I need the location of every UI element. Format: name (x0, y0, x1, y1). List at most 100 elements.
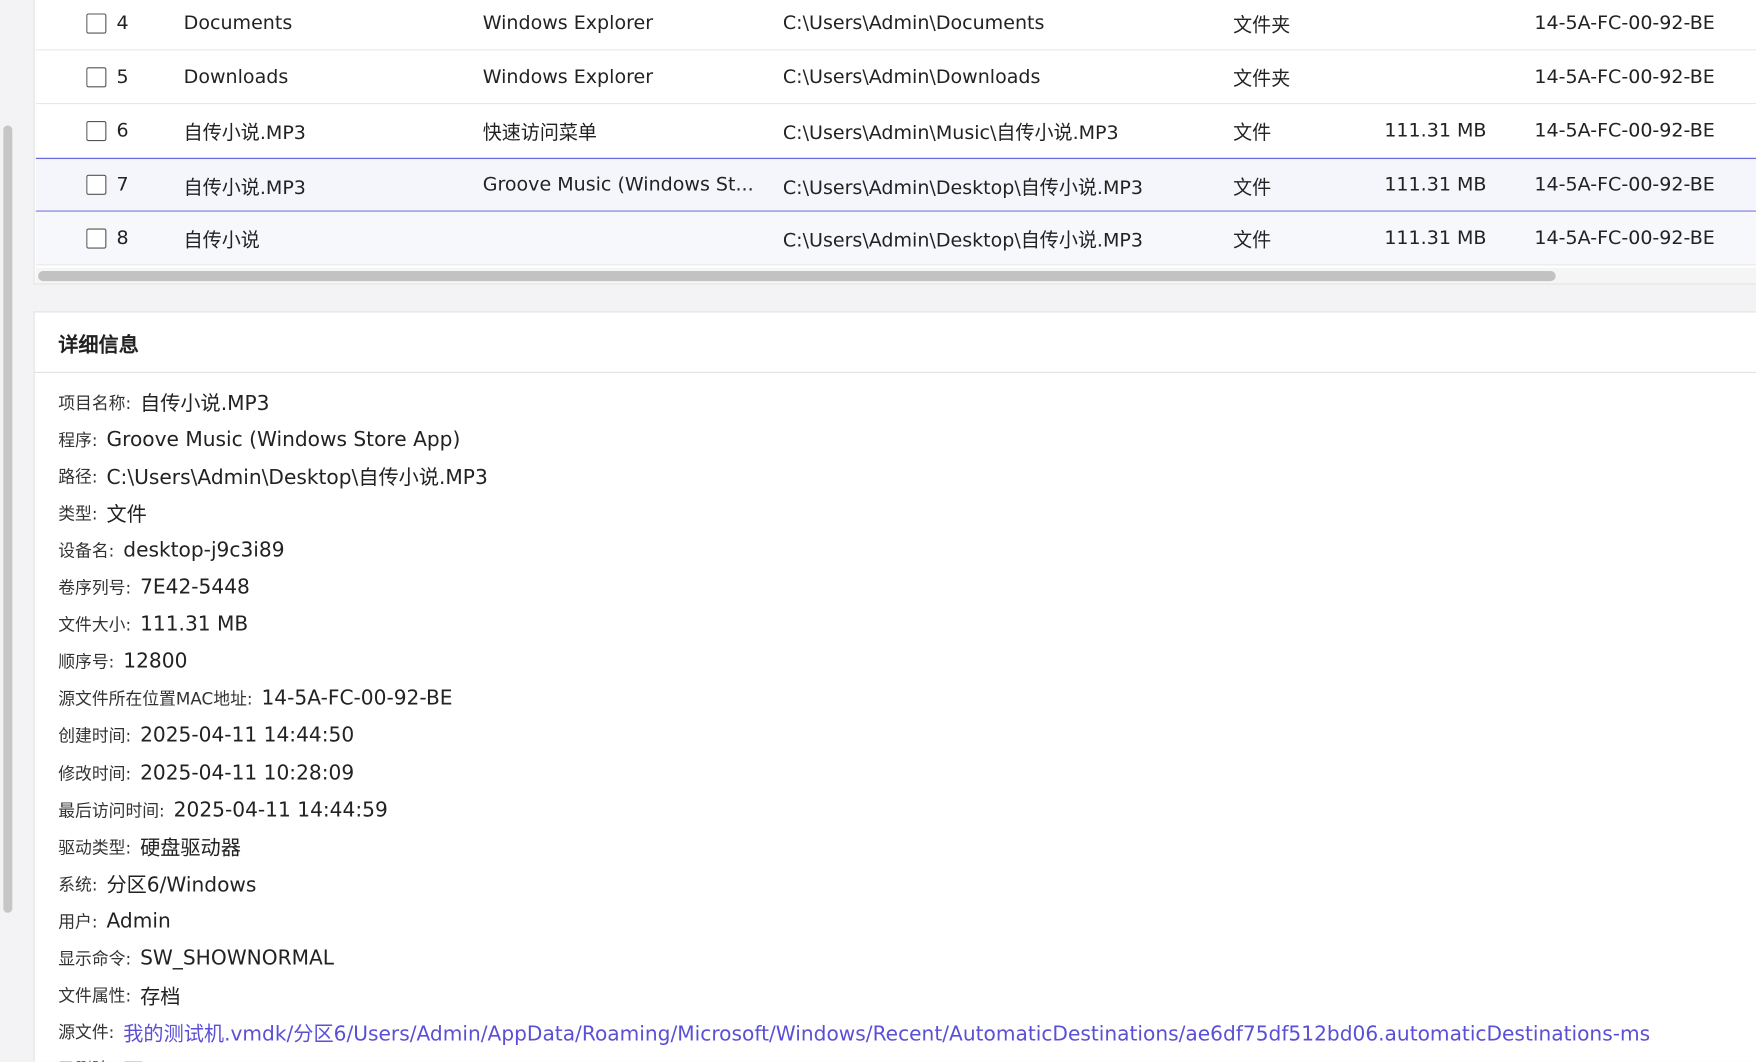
row-mac: 14-5A-FC-00-92-BE (1534, 119, 1715, 142)
detail-field-value: C:\Users\Admin\Desktop\自传小说.MP3 (106, 466, 488, 490)
detail-field: 文件大小: 111.31 MB (58, 608, 248, 642)
detail-field-label: 源文件: (58, 1022, 115, 1043)
row-type: 文件 (1233, 176, 1272, 199)
table-row[interactable]: 6 自传小说.MP3 快速访问菜单 C:\Users\Admin\Music\自传小说… (35, 104, 1756, 158)
detail-field: 类型: 文件 (58, 496, 147, 530)
row-size: 111.31 MB (1384, 226, 1487, 250)
detail-field-value: 存档 (140, 985, 181, 1009)
detail-field: 用户: Admin (58, 904, 170, 938)
detail-field: 显示命令: SW_SHOWNORMAL (58, 941, 334, 975)
detail-field-label: 创建时间: (58, 726, 132, 747)
detail-field: 驱动类型: 硬盘驱动器 (58, 830, 241, 864)
detail-field: 文件属性: 存档 (58, 978, 180, 1012)
row-index: 6 (116, 119, 129, 142)
row-mac: 14-5A-FC-00-92-BE (1534, 65, 1715, 88)
detail-field-value: 111.31 MB (140, 612, 249, 637)
detail-field-label: 卷序列号: (58, 577, 132, 599)
detail-field: 设备名: desktop-j9c3i89 (58, 534, 284, 568)
detail-field: 创建时间: 2025-04-11 14:44:50 (58, 719, 354, 753)
row-checkbox-cell (86, 50, 108, 103)
detail-field-label: 文件大小: (58, 614, 132, 636)
row-checkbox-cell (86, 159, 108, 211)
row-index: 4 (116, 11, 129, 35)
row-size (1384, 0, 1507, 49)
row-path: C:\Users\Admin\Desktop\自传小说.MP3 (782, 176, 1144, 199)
detail-field-label: 项目名称: (58, 392, 132, 413)
row-name: 自传小说.MP3 (183, 176, 306, 199)
horizontal-scrollbar-thumb[interactable] (38, 271, 1556, 282)
row-size: 111.31 MB (1384, 173, 1487, 196)
detail-panel: 详细信息 项目名称: 自传小说.MP3 程序: Groove Music (Windo… (33, 311, 1756, 1062)
row-name: Documents (183, 11, 293, 35)
row-path: C:\Users\Admin\Downloads (782, 65, 1041, 88)
app-stage: 4 Documents Windows Explorer C:\Users\Admin… (0, 0, 1756, 1062)
detail-field-label: 程序: (58, 429, 98, 450)
detail-field-label: 文件属性: (58, 985, 132, 1006)
row-program: Groove Music (Windows St... (482, 173, 754, 196)
detail-divider (34, 371, 1756, 373)
detail-field: 项目名称: 自传小说.MP3 (58, 385, 269, 419)
detail-field-value: 2025-04-11 10:28:09 (140, 761, 355, 785)
row-index: 8 (116, 226, 129, 250)
row-index: 5 (116, 65, 129, 88)
detail-field: 已删除: 否 (58, 1053, 143, 1062)
row-size: 111.31 MB (1384, 119, 1487, 142)
row-checkbox[interactable] (86, 120, 107, 141)
row-path: C:\Users\Admin\Desktop\自传小说.MP3 (782, 229, 1144, 252)
row-program: 快速访问菜单 (482, 122, 597, 145)
detail-field-value: SW_SHOWNORMAL (140, 946, 335, 970)
detail-field-value: Groove Music (Windows Store App) (106, 427, 461, 451)
detail-field-value: 2025-04-11 14:44:59 (173, 798, 388, 822)
row-type: 文件 (1233, 122, 1272, 145)
row-checkbox-cell (86, 0, 108, 49)
detail-field-label: 已删除: (58, 1058, 114, 1062)
detail-field-value: 否 (123, 1055, 143, 1061)
table-row[interactable]: 5 Downloads Windows Explorer C:\Users\Admin… (35, 50, 1756, 105)
detail-field: 修改时间: 2025-04-11 10:28:09 (58, 756, 354, 790)
detail-field-value: 12800 (123, 649, 188, 674)
detail-field: 系统: 分区6/Windows (58, 867, 256, 901)
row-name: Downloads (183, 65, 289, 88)
row-program: Windows Explorer (482, 65, 654, 88)
detail-field: 路径: C:\Users\Admin\Desktop\自传小说.MP3 (58, 459, 488, 493)
row-path: C:\Users\Admin\Documents (782, 11, 1045, 35)
detail-field-label: 用户: (58, 911, 98, 932)
detail-field-value: 2025-04-11 14:44:50 (140, 723, 355, 748)
detail-field-label: 设备名: (58, 540, 115, 561)
row-program: Windows Explorer (482, 11, 654, 35)
detail-field-label: 路径: (58, 466, 98, 487)
detail-field: 卷序列号: 7E42-5448 (58, 571, 250, 605)
horizontal-scrollbar-track[interactable] (35, 267, 1756, 284)
detail-field-value: desktop-j9c3i89 (123, 538, 285, 563)
detail-field: 顺序号: 12800 (58, 645, 187, 679)
detail-field-value: 自传小说.MP3 (140, 392, 270, 416)
row-type: 文件夹 (1233, 14, 1291, 37)
detail-field-value: Admin (106, 909, 171, 933)
detail-field-label: 源文件所在位置MAC地址: (58, 689, 253, 710)
row-type: 文件 (1233, 229, 1272, 252)
detail-title: 详细信息 (58, 333, 139, 358)
row-name: 自传小说 (183, 229, 260, 252)
row-mac: 14-5A-FC-00-92-BE (1534, 173, 1715, 196)
row-checkbox[interactable] (86, 66, 107, 87)
detail-field-value: 硬盘驱动器 (140, 836, 241, 861)
table-row[interactable]: 4 Documents Windows Explorer C:\Users\Admin… (35, 0, 1756, 51)
source-file-link[interactable]: 我的测试机.vmdk/分区6/Users/Admin/AppData/Roami… (123, 1018, 1650, 1047)
table-row[interactable]: 7 自传小说.MP3 Groove Music (Windows St... C:\U… (35, 157, 1756, 212)
detail-field-value: 14-5A-FC-00-92-BE (261, 686, 453, 711)
results-table: 4 Documents Windows Explorer C:\Users\Admin… (33, 0, 1756, 285)
row-mac: 14-5A-FC-00-92-BE (1534, 11, 1715, 35)
row-index: 7 (116, 173, 129, 196)
row-checkbox[interactable] (86, 12, 107, 34)
detail-field-label: 类型: (58, 503, 98, 524)
row-checkbox[interactable] (86, 174, 107, 195)
row-type: 文件夹 (1233, 68, 1291, 91)
row-program (483, 212, 770, 265)
detail-field-value: 分区6/Windows (106, 873, 257, 898)
row-path: C:\Users\Admin\Music\自传小说.MP3 (782, 122, 1119, 145)
detail-field-label: 系统: (58, 874, 98, 895)
detail-field-value: 文件 (106, 503, 147, 527)
row-checkbox[interactable] (86, 227, 107, 249)
vertical-scrollbar[interactable] (3, 125, 13, 913)
table-row[interactable]: 8 自传小说 C:\Users\Admin\Desktop\自传小说.MP3 文件 11… (35, 211, 1756, 266)
